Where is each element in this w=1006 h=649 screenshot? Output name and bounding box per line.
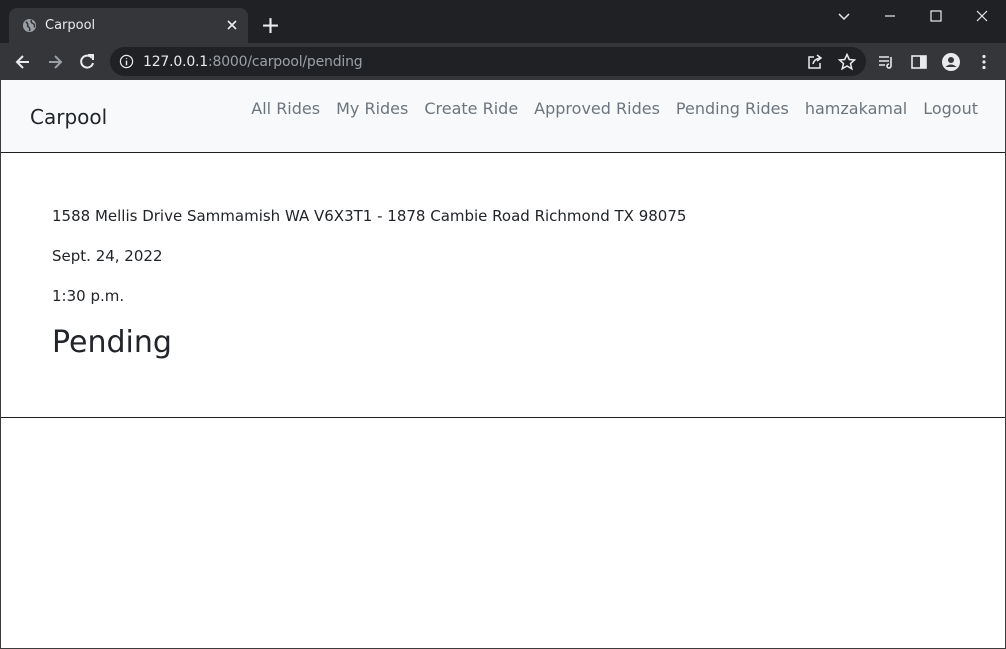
navbar-brand[interactable]: Carpool bbox=[30, 105, 107, 129]
browser-tab-strip: Carpool bbox=[0, 0, 1006, 43]
navbar: Carpool All Rides My Rides Create Ride A… bbox=[1, 80, 1005, 152]
side-panel-icon[interactable] bbox=[909, 52, 929, 72]
nav-link-logout[interactable]: Logout bbox=[915, 99, 986, 118]
ride-status: Pending bbox=[52, 325, 172, 360]
site-info-icon[interactable] bbox=[119, 54, 134, 69]
url-path: :8000/carpool/pending bbox=[208, 54, 363, 70]
ride-route: 1588 Mellis Drive Sammamish WA V6X3T1 - … bbox=[52, 207, 687, 225]
maximize-icon[interactable] bbox=[926, 6, 946, 26]
ride-card: 1588 Mellis Drive Sammamish WA V6X3T1 - … bbox=[1, 152, 1005, 418]
back-icon[interactable] bbox=[13, 52, 33, 72]
reading-list-icon[interactable] bbox=[876, 52, 896, 72]
globe-icon bbox=[22, 18, 37, 33]
close-window-icon[interactable] bbox=[972, 6, 992, 26]
nav-link-approved-rides[interactable]: Approved Rides bbox=[526, 99, 668, 118]
browser-tab[interactable]: Carpool bbox=[9, 8, 248, 43]
minimize-icon[interactable] bbox=[880, 6, 900, 26]
reload-icon[interactable] bbox=[77, 52, 97, 72]
close-tab-icon[interactable] bbox=[224, 17, 240, 33]
browser-toolbar: 127.0.0.1:8000/carpool/pending bbox=[0, 43, 1006, 80]
bookmark-star-icon[interactable] bbox=[837, 52, 857, 72]
forward-icon[interactable] bbox=[45, 52, 65, 72]
new-tab-icon[interactable] bbox=[262, 17, 279, 34]
tab-search-icon[interactable] bbox=[834, 6, 854, 26]
nav-link-create-ride[interactable]: Create Ride bbox=[416, 99, 526, 118]
url-host: 127.0.0.1 bbox=[143, 54, 208, 70]
page-viewport: Carpool All Rides My Rides Create Ride A… bbox=[0, 80, 1006, 649]
nav-link-all-rides[interactable]: All Rides bbox=[243, 99, 328, 118]
url-text: 127.0.0.1:8000/carpool/pending bbox=[143, 54, 363, 70]
nav-links: All Rides My Rides Create Ride Approved … bbox=[243, 99, 986, 118]
ride-date: Sept. 24, 2022 bbox=[52, 247, 163, 265]
profile-icon[interactable] bbox=[941, 52, 961, 72]
nav-link-my-rides[interactable]: My Rides bbox=[328, 99, 416, 118]
share-icon[interactable] bbox=[805, 52, 825, 72]
address-bar[interactable]: 127.0.0.1:8000/carpool/pending bbox=[110, 47, 866, 76]
nav-link-pending-rides[interactable]: Pending Rides bbox=[668, 99, 797, 118]
tab-title: Carpool bbox=[45, 18, 96, 33]
nav-link-username[interactable]: hamzakamal bbox=[797, 99, 915, 118]
ride-time: 1:30 p.m. bbox=[52, 287, 125, 305]
menu-icon[interactable] bbox=[974, 52, 994, 72]
